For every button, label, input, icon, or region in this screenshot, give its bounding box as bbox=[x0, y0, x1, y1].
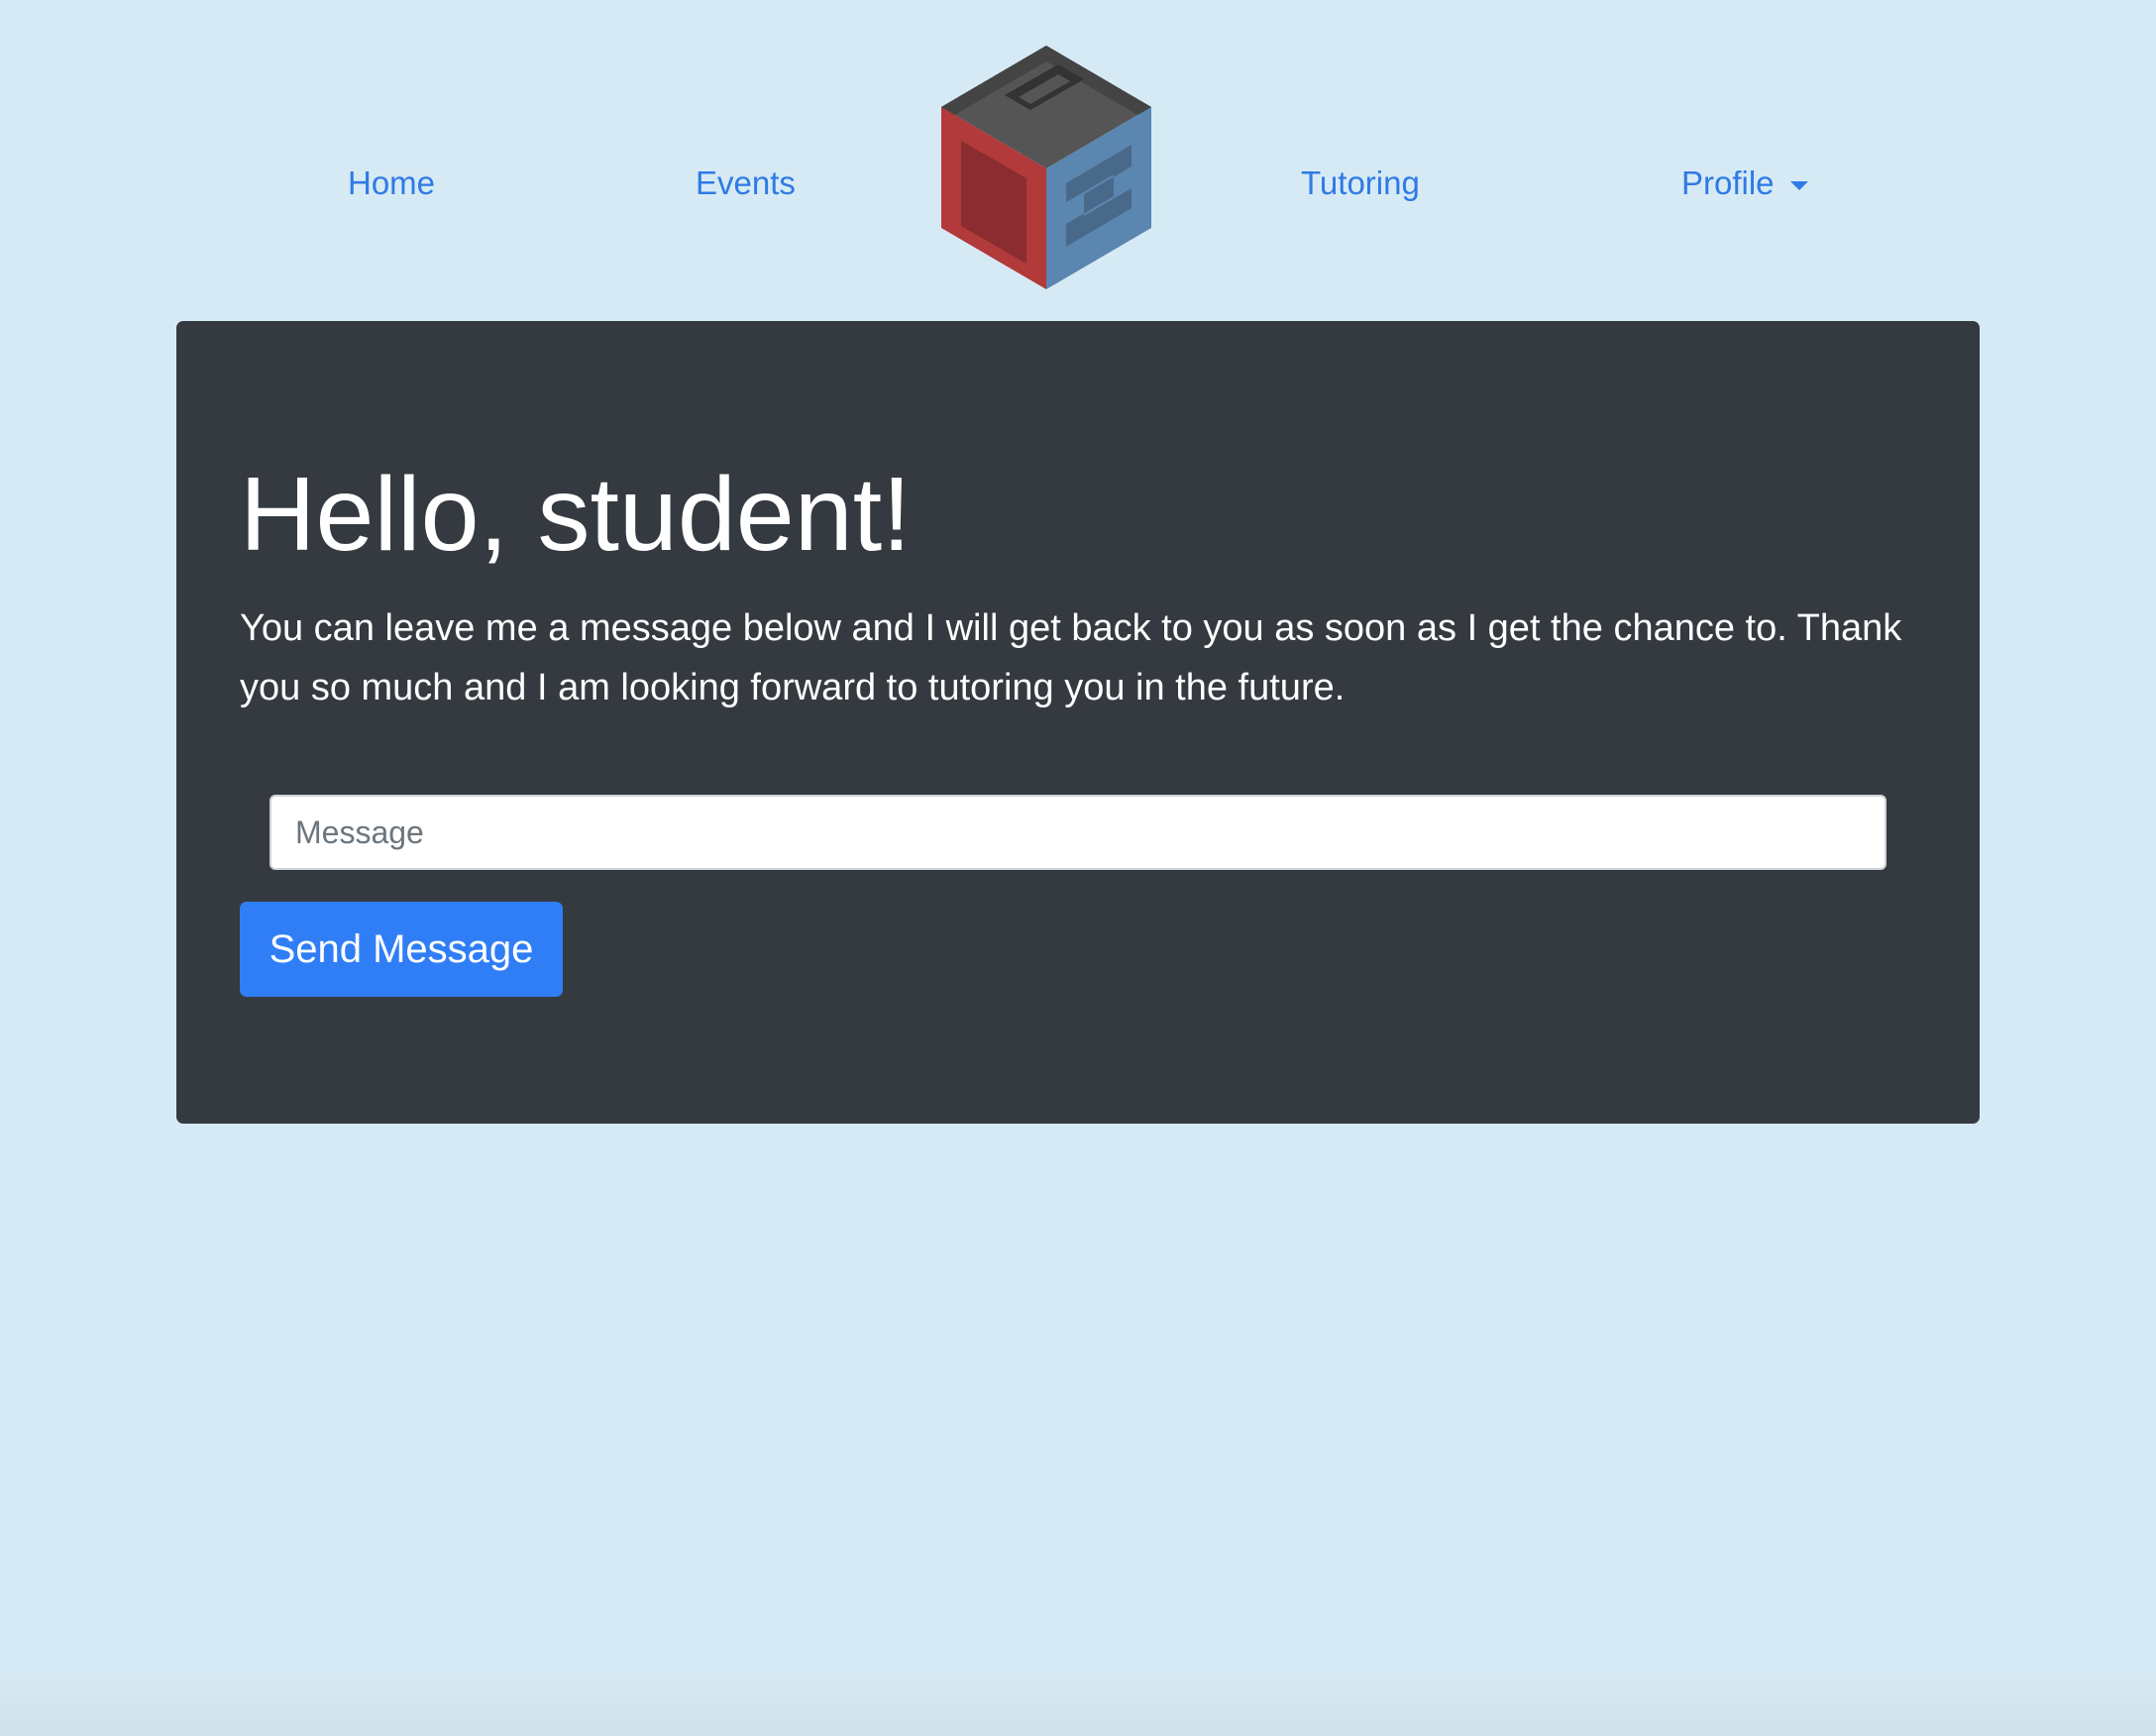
nav-events-link[interactable]: Events bbox=[696, 159, 796, 208]
page-title: Hello, student! bbox=[240, 456, 912, 573]
page: Home Events Tutoring Profile Hello, stud… bbox=[0, 0, 2156, 1736]
navbar: Home Events Tutoring Profile bbox=[0, 0, 2156, 307]
intro-text: You can leave me a message below and I w… bbox=[240, 607, 1902, 708]
nav-tutoring-link[interactable]: Tutoring bbox=[1301, 159, 1420, 208]
nav-profile-dropdown[interactable]: Profile bbox=[1681, 159, 1808, 208]
caret-down-icon bbox=[1789, 180, 1808, 190]
message-input[interactable] bbox=[270, 795, 1886, 870]
nav-profile-label: Profile bbox=[1681, 164, 1775, 201]
pcs-cube-logo-icon bbox=[941, 46, 1151, 289]
site-logo[interactable] bbox=[935, 40, 1157, 295]
nav-home-link[interactable]: Home bbox=[348, 159, 435, 208]
send-message-button[interactable]: Send Message bbox=[240, 902, 563, 997]
message-panel: Hello, student! You can leave me a messa… bbox=[176, 321, 1980, 1124]
